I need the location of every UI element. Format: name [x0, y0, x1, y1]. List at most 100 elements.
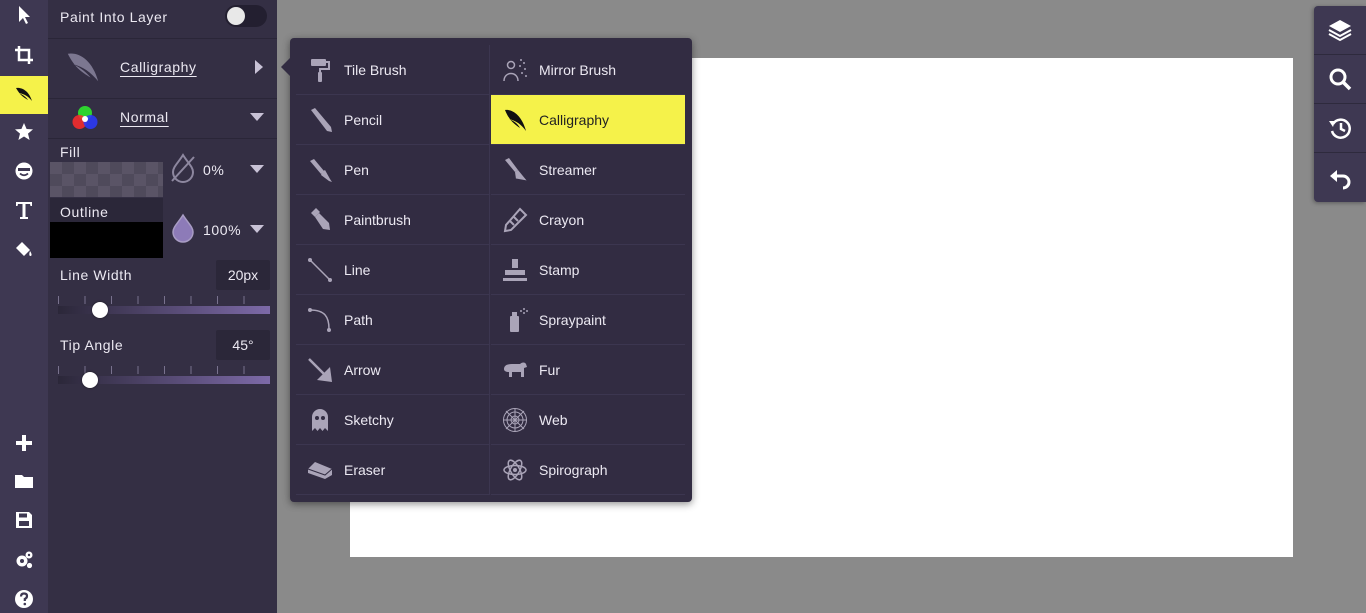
menu-item-web[interactable]: Web: [491, 395, 685, 445]
menu-item-paintbrush[interactable]: Paintbrush: [296, 195, 490, 245]
line-width-slider[interactable]: [58, 296, 270, 320]
brush-type-selector[interactable]: Calligraphy: [48, 39, 277, 98]
crop-tool-button[interactable]: [0, 36, 48, 74]
menu-item-pen[interactable]: Pen: [296, 145, 490, 195]
history-button[interactable]: [1314, 104, 1366, 153]
bear-icon: [504, 362, 527, 377]
undo-icon: [1330, 169, 1351, 189]
paint-roller-icon: [311, 58, 330, 82]
fill-color-swatch[interactable]: [50, 162, 163, 197]
color-wheel-icon: [72, 106, 98, 129]
open-button[interactable]: [0, 462, 48, 500]
menu-item-label: Sketchy: [344, 411, 394, 428]
paint-into-layer-toggle[interactable]: [225, 5, 267, 27]
menu-item-mirror-brush[interactable]: Mirror Brush: [491, 45, 685, 95]
chevron-down-icon[interactable]: [250, 225, 264, 233]
fill-opacity-icon: [171, 153, 195, 183]
menu-item-label: Pen: [344, 161, 369, 178]
menu-item-label: Line: [344, 261, 371, 278]
menu-item-fur[interactable]: Fur: [491, 345, 685, 395]
blend-mode-selector[interactable]: Normal: [48, 99, 277, 138]
divider: [48, 138, 277, 139]
menu-item-tile-brush[interactable]: Tile Brush: [296, 45, 490, 95]
outline-opacity-value[interactable]: 100%: [203, 222, 241, 238]
draw-tool-button[interactable]: [0, 76, 48, 114]
eraser-icon: [307, 461, 333, 479]
text-t-icon: [16, 202, 32, 219]
menu-item-streamer[interactable]: Streamer: [491, 145, 685, 195]
face-tool-button[interactable]: [0, 152, 48, 190]
text-tool-button[interactable]: [0, 191, 48, 229]
menu-item-path[interactable]: Path: [296, 295, 490, 345]
undo-button[interactable]: [1314, 153, 1366, 202]
star-icon: [15, 123, 33, 140]
help-button[interactable]: [0, 580, 48, 613]
zoom-button[interactable]: [1314, 55, 1366, 104]
arrow-cursor-icon: [19, 6, 30, 24]
menu-item-stamp[interactable]: Stamp: [491, 245, 685, 295]
paintbrush-icon: [311, 207, 330, 230]
arrow-icon: [308, 357, 332, 382]
line-width-input[interactable]: 20px: [216, 260, 270, 290]
folder-icon: [15, 475, 33, 488]
pen-icon: [310, 158, 332, 182]
menu-item-line[interactable]: Line: [296, 245, 490, 295]
stamp-icon: [503, 258, 527, 281]
menu-item-label: Spraypaint: [539, 311, 606, 328]
fill-label: Fill: [60, 144, 81, 160]
crop-icon: [15, 46, 33, 64]
brush-properties-panel: Paint Into Layer Calligraphy Normal Fill…: [48, 0, 277, 613]
save-button[interactable]: [0, 501, 48, 539]
menu-item-label: Streamer: [539, 161, 597, 178]
streamer-icon: [505, 157, 528, 181]
slider-handle[interactable]: [92, 302, 109, 318]
right-rail: [1314, 6, 1366, 202]
menu-item-eraser[interactable]: Eraser: [296, 445, 490, 495]
menu-item-pencil[interactable]: Pencil: [296, 95, 490, 145]
face-icon: [15, 162, 33, 180]
chevron-down-icon[interactable]: [250, 165, 264, 173]
outline-opacity-icon: [172, 213, 194, 243]
settings-button[interactable]: [0, 541, 48, 579]
menu-item-sketchy[interactable]: Sketchy: [296, 395, 490, 445]
quill-icon: [16, 87, 32, 101]
tip-angle-slider[interactable]: [58, 366, 270, 390]
path-icon: [308, 307, 331, 332]
tip-angle-label: Tip Angle: [60, 337, 124, 353]
menu-item-arrow[interactable]: Arrow: [296, 345, 490, 395]
pencil-icon: [311, 107, 332, 132]
layers-button[interactable]: [1314, 6, 1366, 55]
fill-tool-button[interactable]: [0, 231, 48, 269]
chevron-right-icon: [255, 60, 263, 74]
paint-into-layer-label: Paint Into Layer: [60, 9, 168, 25]
fill-opacity-value[interactable]: 0%: [203, 162, 224, 178]
slider-handle[interactable]: [81, 372, 98, 388]
blend-mode-label: Normal: [120, 109, 169, 125]
outline-color-swatch[interactable]: [50, 222, 163, 258]
menu-item-crayon[interactable]: Crayon: [491, 195, 685, 245]
spider-web-icon: [503, 407, 527, 432]
menu-item-label: Web: [539, 411, 568, 428]
menu-item-label: Spirograph: [539, 461, 608, 478]
new-button[interactable]: [0, 424, 48, 462]
menu-item-label: Pencil: [344, 111, 383, 128]
floppy-disk-icon: [16, 512, 32, 528]
crayon-icon: [503, 207, 528, 232]
tip-angle-input[interactable]: 45°: [216, 330, 270, 360]
menu-item-calligraphy[interactable]: Calligraphy: [491, 95, 685, 145]
spray-can-icon: [510, 307, 528, 332]
menu-item-label: Eraser: [344, 461, 386, 478]
paint-bucket-icon: [16, 242, 32, 256]
brush-type-label: Calligraphy: [120, 59, 197, 75]
menu-item-label: Tile Brush: [344, 61, 407, 78]
menu-item-label: Path: [344, 311, 373, 328]
menu-item-spraypaint[interactable]: Spraypaint: [491, 295, 685, 345]
menu-item-label: Arrow: [344, 361, 381, 378]
select-tool-button[interactable]: [0, 0, 48, 34]
line-icon: [308, 257, 332, 282]
line-width-label: Line Width: [60, 267, 133, 283]
layers-icon: [1328, 20, 1352, 42]
plus-icon: [16, 435, 32, 451]
menu-item-spirograph[interactable]: Spirograph: [491, 445, 685, 495]
sticker-tool-button[interactable]: [0, 113, 48, 151]
